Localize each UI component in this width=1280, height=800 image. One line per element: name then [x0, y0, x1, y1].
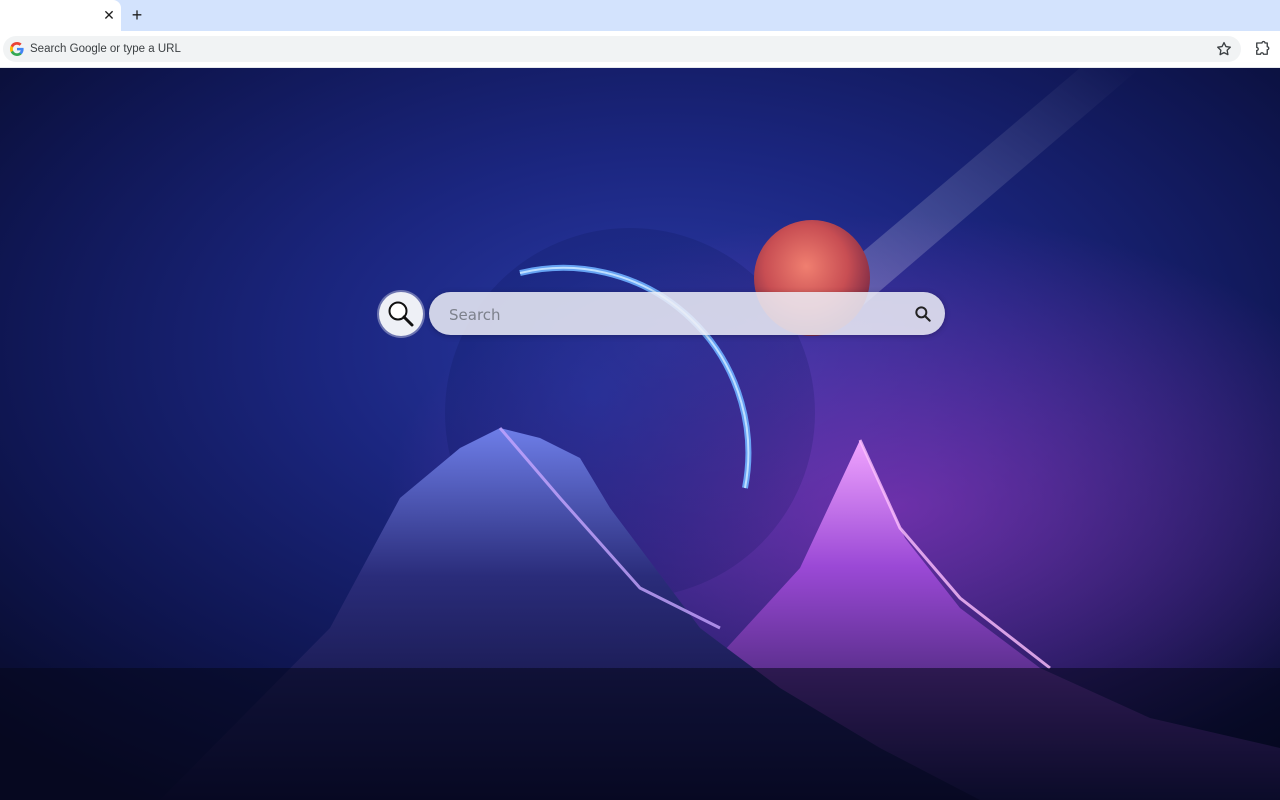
wallpaper-image [0, 68, 1280, 800]
close-tab-icon[interactable]: ✕ [101, 7, 117, 23]
search-box [429, 292, 945, 337]
omnibox[interactable]: Search Google or type a URL [3, 36, 1241, 62]
search-input[interactable] [447, 292, 891, 337]
puzzle-icon[interactable] [1253, 40, 1271, 58]
tab-strip: ✕ + [0, 0, 1280, 31]
omnibox-input[interactable]: Search Google or type a URL [30, 36, 181, 62]
google-g-icon [10, 42, 24, 56]
star-icon[interactable] [1215, 40, 1233, 58]
toolbar: Search Google or type a URL [0, 31, 1280, 68]
new-tab-page [0, 68, 1280, 800]
magnifier-icon[interactable] [379, 292, 423, 336]
new-tab-button[interactable]: + [127, 5, 147, 25]
search-icon[interactable] [913, 304, 933, 324]
active-tab[interactable]: ✕ [0, 0, 121, 31]
